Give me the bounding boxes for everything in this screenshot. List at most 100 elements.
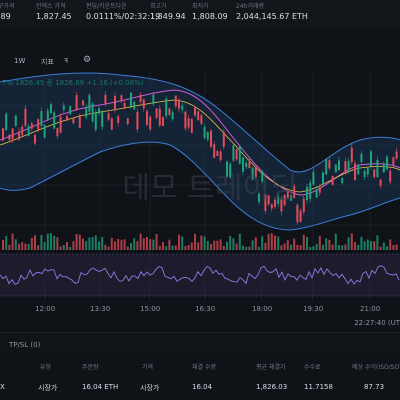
- volume-bar: [120, 239, 123, 250]
- volume-bar: [264, 242, 267, 250]
- candle-body: [184, 111, 187, 129]
- volume-bar: [123, 239, 126, 250]
- volume-bar: [312, 246, 315, 250]
- candle-body: [171, 112, 174, 120]
- candle-body: [75, 95, 78, 110]
- interval-selector[interactable]: 1W: [14, 57, 25, 65]
- volume-bar: [43, 241, 46, 250]
- table-cell-price: 시장가: [140, 384, 160, 392]
- volume-bar: [280, 245, 283, 250]
- stat-low: 최저가 1,808.09: [192, 3, 228, 21]
- volume-bar: [238, 233, 241, 250]
- volume-bar: [174, 245, 177, 250]
- volume-bar: [59, 246, 62, 250]
- candle-body: [78, 114, 81, 128]
- indicators-button[interactable]: 지표: [41, 57, 54, 67]
- volume-bar: [248, 246, 251, 250]
- candle-body: [366, 167, 369, 175]
- table-cell-symbol: X: [0, 383, 5, 391]
- candle-body: [190, 118, 193, 133]
- table-header: 주문량: [82, 364, 99, 371]
- volume-bar: [274, 235, 276, 250]
- candle-body: [392, 157, 395, 165]
- volume-bar: [242, 245, 244, 250]
- table-header: 유형: [40, 364, 52, 371]
- candle-body: [382, 164, 385, 173]
- candle-body: [200, 115, 203, 124]
- candle-body: [158, 108, 161, 126]
- candle-body: [386, 156, 388, 170]
- watermark-text: 데모 트레이딩: [122, 171, 297, 206]
- candle-body: [197, 111, 200, 121]
- candle-body: [341, 177, 344, 184]
- candle-body: [40, 111, 43, 126]
- candle-body: [318, 186, 321, 193]
- volume-bar: [331, 244, 334, 250]
- candle-body: [210, 130, 212, 147]
- volume-bar: [363, 241, 366, 250]
- volume-bar: [206, 240, 209, 250]
- volume-bar: [270, 233, 273, 250]
- volume-bar: [370, 241, 372, 250]
- volume-bar: [136, 241, 139, 250]
- settings-icon[interactable]: ⚙: [83, 55, 91, 65]
- volume-bar: [203, 236, 206, 250]
- volume-bar: [142, 238, 145, 250]
- volume-bar: [72, 241, 75, 250]
- candle-body: [328, 160, 331, 169]
- stat-mark-price: 구가격.89: [0, 3, 15, 21]
- candle-body: [14, 115, 17, 126]
- volume-bar: [382, 242, 385, 250]
- volume-bar: [392, 245, 395, 250]
- volume-bar: [149, 239, 152, 250]
- fx-icon[interactable]: ꟻ: [64, 57, 68, 65]
- candle-body: [21, 126, 24, 136]
- stat-volume-24h: 24h거래량 2,044,145.67 ETH: [236, 3, 308, 21]
- candle-body: [213, 144, 216, 158]
- candle-body: [168, 108, 171, 115]
- candle-body: [354, 163, 356, 181]
- time-tick: 15:00: [140, 305, 161, 313]
- table-header: 가격: [142, 364, 154, 371]
- candle-body: [46, 110, 49, 121]
- candle-body: [152, 94, 155, 105]
- candle-body: [187, 118, 190, 128]
- volume-bar: [165, 246, 168, 250]
- tab-tpsl[interactable]: TP/SL (0): [9, 341, 40, 349]
- candle-body: [350, 147, 353, 163]
- volume-bar: [302, 234, 305, 250]
- candle-body: [43, 124, 46, 138]
- volume-bar: [110, 237, 113, 250]
- candle-body: [66, 115, 68, 121]
- candle-body: [18, 131, 20, 140]
- volume-bar: [187, 244, 190, 250]
- volume-bar: [62, 244, 65, 250]
- candle-body: [5, 113, 8, 131]
- price-chart[interactable]: 데모 트레이딩: [0, 70, 400, 318]
- volume-bar: [277, 236, 280, 250]
- candle-body: [222, 131, 225, 147]
- candle-body: [174, 95, 177, 107]
- volume-bar: [309, 246, 312, 250]
- candle-body: [94, 112, 97, 130]
- candle-body: [315, 189, 318, 198]
- volume-bar: [133, 238, 136, 250]
- volume-bar: [11, 233, 14, 250]
- candle-body: [126, 118, 129, 124]
- volume-bar: [8, 244, 11, 250]
- candle-body: [24, 108, 27, 126]
- time-tick: 13:30: [90, 305, 111, 313]
- candle-body: [114, 96, 116, 111]
- volume-bar: [194, 233, 196, 250]
- candle-body: [389, 170, 392, 182]
- volume-bar: [181, 236, 184, 250]
- volume-bar: [379, 246, 382, 250]
- volume-bar: [53, 235, 56, 250]
- volume-bar: [104, 244, 107, 250]
- volume-bar: [376, 235, 379, 250]
- table-cell-fee: 11.7158: [304, 383, 333, 391]
- table-header: 수수료: [304, 364, 321, 371]
- candle-body: [117, 116, 120, 123]
- volume-bar: [322, 244, 324, 250]
- volume-bar: [296, 244, 299, 250]
